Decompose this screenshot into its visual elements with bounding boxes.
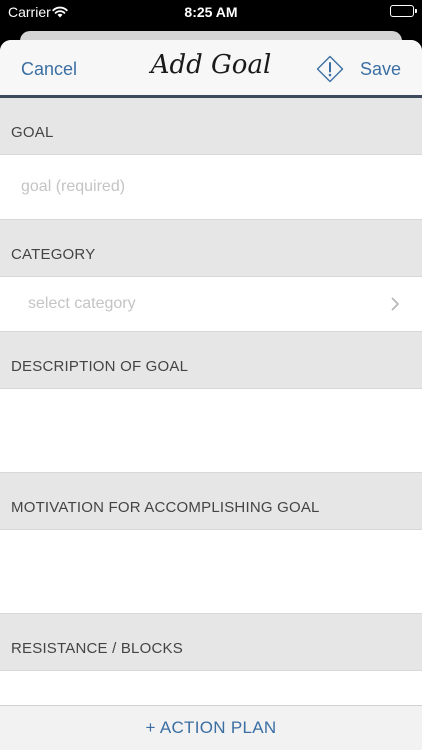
battery-icon [390,5,417,17]
chevron-right-icon [391,297,400,316]
status-bar: Carrier 8:25 AM [0,0,422,26]
motivation-textarea[interactable] [0,530,422,613]
navigation-bar: Cancel Add Goal Save [0,40,422,98]
description-section-header: DESCRIPTION OF GOAL [0,332,422,389]
page-title: Add Goal [150,50,272,80]
action-plan-button[interactable]: + ACTION PLAN [0,705,422,750]
warning-diamond-icon[interactable] [316,55,344,83]
save-button[interactable]: Save [360,59,401,80]
goal-field [0,155,422,220]
clock: 8:25 AM [184,4,238,20]
category-placeholder: select category [28,295,136,312]
goal-section-header: GOAL [0,98,422,155]
motivation-field [0,530,422,614]
category-select[interactable]: select category [0,277,422,332]
goal-input[interactable] [21,178,381,196]
category-section-header: CATEGORY [0,220,422,277]
motivation-section-header: MOTIVATION FOR ACCOMPLISHING GOAL [0,473,422,530]
description-textarea[interactable] [0,389,422,472]
add-goal-sheet: Cancel Add Goal Save GOAL CATEGORY selec… [0,40,422,750]
resistance-section-header: RESISTANCE / BLOCKS [0,614,422,671]
description-field [0,389,422,473]
